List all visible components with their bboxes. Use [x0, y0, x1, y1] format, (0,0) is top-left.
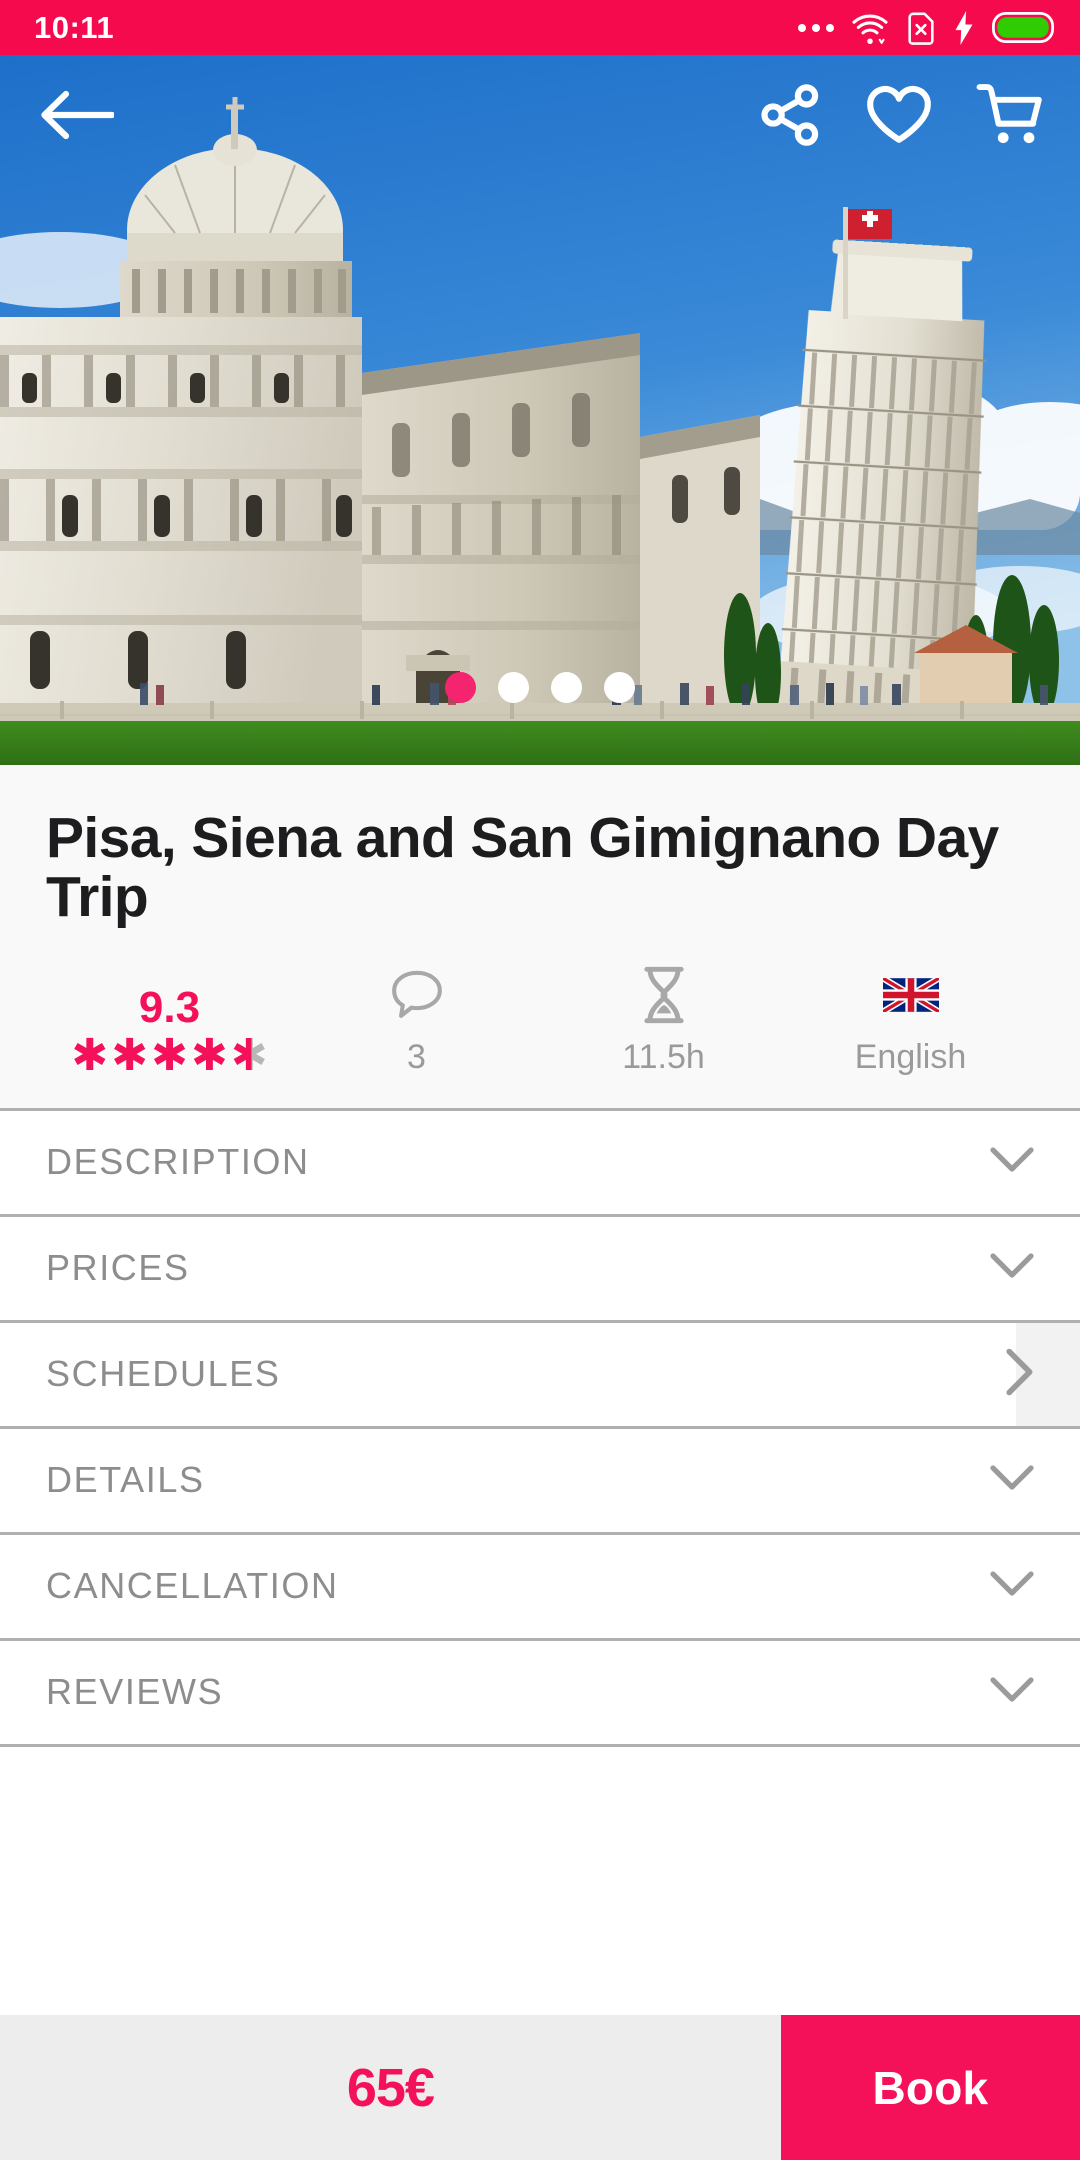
cart-icon[interactable] [976, 83, 1044, 147]
stat-language[interactable]: English [787, 964, 1034, 1074]
chevron-down-icon[interactable] [990, 1464, 1034, 1496]
carousel-dot-2[interactable] [498, 672, 529, 703]
star-rating-icon: ✱ ✱ ✱ ✱ ✱ [71, 1031, 268, 1081]
detail-sections-list: DESCRIPTION PRICES SCHEDULES DETAILS CAN [0, 1110, 1080, 2015]
more-dots-icon [798, 23, 834, 32]
section-label: SCHEDULES [46, 1353, 281, 1395]
product-stats-row: 9.3 ✱ ✱ ✱ ✱ ✱ 3 11.5h English [46, 964, 1034, 1081]
stat-reviews[interactable]: 3 [293, 964, 540, 1074]
chevron-down-icon[interactable] [990, 1252, 1034, 1284]
chevron-down-icon[interactable] [990, 1570, 1034, 1602]
status-clock: 10:11 [34, 10, 115, 45]
carousel-dot-3[interactable] [551, 672, 582, 703]
duration-value: 11.5h [622, 1037, 705, 1076]
stat-rating[interactable]: 9.3 ✱ ✱ ✱ ✱ ✱ [46, 964, 293, 1081]
status-bar: 10:11 [0, 0, 1080, 55]
section-row-cancellation[interactable]: CANCELLATION [0, 1534, 1080, 1641]
section-row-details[interactable]: DETAILS [0, 1428, 1080, 1535]
hero-actions-group [760, 83, 1044, 147]
chevron-down-icon[interactable] [990, 1676, 1034, 1708]
speech-bubble-icon [389, 964, 445, 1026]
charging-bolt-icon [953, 10, 975, 45]
heart-icon[interactable] [866, 85, 932, 145]
sim-card-error-icon [906, 11, 936, 45]
section-row-description[interactable]: DESCRIPTION [0, 1110, 1080, 1217]
section-row-reviews[interactable]: REVIEWS [0, 1640, 1080, 1747]
uk-flag-icon [882, 964, 939, 1026]
carousel-dot-1[interactable] [445, 672, 476, 703]
carousel-dot-4[interactable] [604, 672, 635, 703]
battery-full-icon [992, 12, 1054, 43]
product-detail-screen: 10:11 Pisa, Siena and San Gimignano Day … [0, 0, 1080, 2160]
stat-duration[interactable]: 11.5h [540, 964, 787, 1074]
wifi-icon [851, 12, 889, 44]
section-label: REVIEWS [46, 1671, 224, 1713]
product-info-panel: Pisa, Siena and San Gimignano Day Trip 9… [0, 765, 1080, 1111]
hero-action-bar [0, 55, 1080, 175]
section-label: CANCELLATION [46, 1565, 339, 1607]
section-row-prices[interactable]: PRICES [0, 1216, 1080, 1323]
rating-score: 9.3 [138, 983, 201, 1033]
booking-bar: 65€ Book [0, 2015, 1080, 2160]
section-label: DESCRIPTION [46, 1141, 310, 1183]
section-label: DETAILS [46, 1459, 205, 1501]
share-icon[interactable] [760, 84, 822, 146]
chevron-right-icon[interactable] [1006, 1348, 1034, 1401]
reviews-count: 3 [407, 1037, 426, 1076]
page-title: Pisa, Siena and San Gimignano Day Trip [46, 806, 999, 930]
chevron-down-icon[interactable] [990, 1146, 1034, 1178]
book-button[interactable]: Book [780, 2015, 1080, 2160]
hourglass-icon [638, 964, 690, 1026]
section-row-schedules[interactable]: SCHEDULES [0, 1322, 1080, 1429]
language-value: English [854, 1037, 967, 1076]
price-value: 65€ [346, 2057, 435, 2118]
price-pane[interactable]: 65€ [0, 2015, 781, 2160]
arrow-left-icon[interactable] [40, 88, 114, 142]
book-button-label: Book [872, 2061, 989, 2114]
carousel-dots[interactable] [445, 672, 635, 703]
status-icon-tray [798, 10, 1054, 45]
hero-image-carousel[interactable] [0, 55, 1080, 765]
section-label: PRICES [46, 1247, 190, 1289]
